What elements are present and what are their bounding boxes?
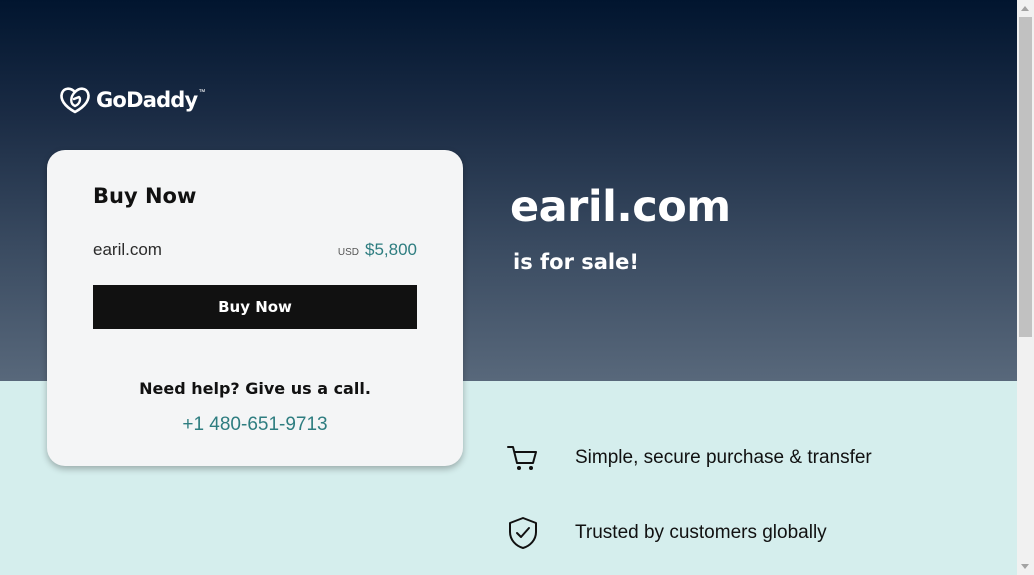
godaddy-logo[interactable]: GoDaddy ™ [58,85,205,115]
shield-check-icon [506,516,540,550]
godaddy-heart-logo-icon [58,85,92,115]
price-amount: $5,800 [365,240,417,259]
cart-icon [506,441,540,475]
buy-now-card: Buy Now earil.com USD $5,800 Buy Now Need… [47,150,463,466]
price-currency: USD [337,247,359,258]
vertical-scrollbar[interactable] [1017,0,1034,575]
scrollbar-thumb[interactable] [1019,17,1032,337]
feature-trusted: Trusted by customers globally [506,516,827,550]
hero-domain-title: earil.com [510,182,731,232]
help-text: Need help? Give us a call. [139,379,371,398]
viewport: GoDaddy ™ Buy Now earil.com USD $5,800 Bu… [0,0,1017,575]
page: GoDaddy ™ Buy Now earil.com USD $5,800 Bu… [0,0,1034,575]
card-domain-name: earil.com [93,240,162,259]
feature-label: Trusted by customers globally [575,522,827,543]
scroll-up-arrow-icon[interactable] [1021,6,1029,11]
card-title: Buy Now [93,184,197,208]
buy-now-button[interactable]: Buy Now [93,285,417,329]
price: USD $5,800 [338,240,417,260]
logo-trademark: ™ [198,89,206,96]
feature-label: Simple, secure purchase & transfer [575,447,872,468]
feature-secure-purchase: Simple, secure purchase & transfer [506,441,872,475]
hero-subtitle: is for sale! [513,250,639,274]
domain-price-row: earil.com USD $5,800 [93,240,417,260]
phone-link[interactable]: +1 480-651-9713 [47,414,463,436]
scroll-down-arrow-icon[interactable] [1021,564,1029,569]
logo-wordmark: GoDaddy [96,88,198,112]
